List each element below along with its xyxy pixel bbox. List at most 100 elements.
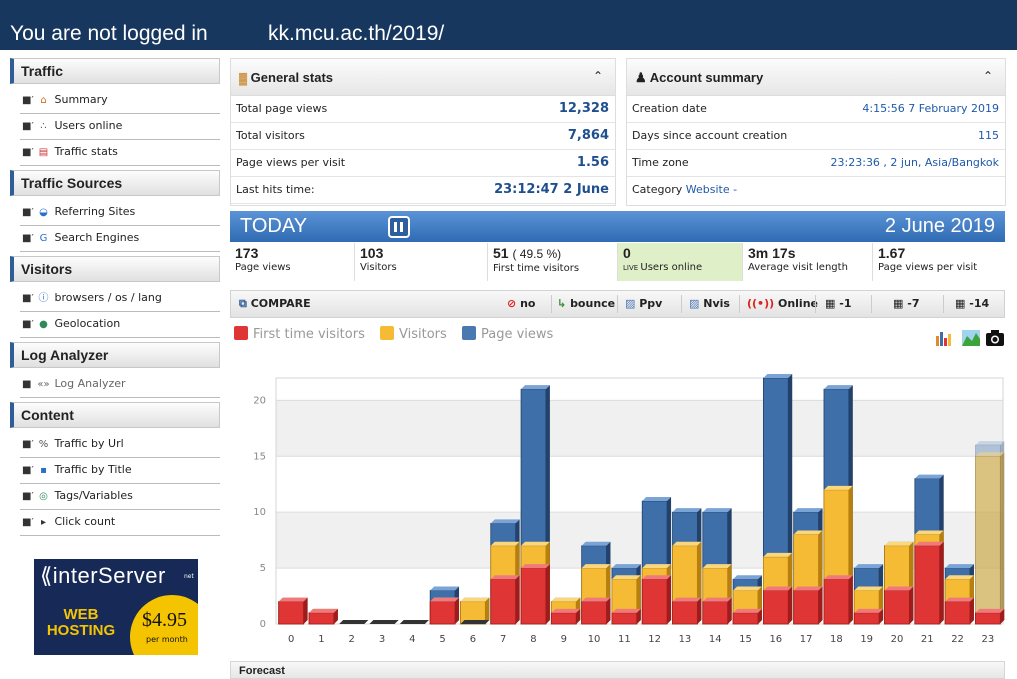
bar-zero	[399, 620, 429, 624]
general-stats-rows: Total page views 12,328 Total visitors 7,86…	[231, 96, 615, 204]
kpi-page-views-per-visit[interactable]: 1.67 Page views per visit	[873, 243, 1005, 281]
ad-banner[interactable]: ⟪interServer net WEB HOSTING $4.95 per mo…	[34, 559, 198, 655]
kpi-first-time-visitors[interactable]: 51 ( 49.5 %) First time visitors	[488, 243, 618, 281]
chevron-up-icon[interactable]: ⌃	[593, 69, 603, 83]
bar-first-time-visitors	[884, 590, 910, 625]
lock-open-icon: ■′	[22, 293, 34, 304]
lock-open-icon: ■′	[22, 233, 34, 244]
category-link[interactable]: Website -	[686, 183, 737, 196]
compare-no[interactable]: ⊘ no	[507, 297, 535, 310]
sidebar-item-geolocation[interactable]: ■′ ● Geolocation	[20, 312, 220, 338]
sidebar-item-label: browsers / os / lang	[54, 291, 162, 304]
compare-nvis[interactable]: ▨ Nvis	[689, 297, 730, 310]
sidebar-section-content: Content	[10, 402, 220, 428]
today-date: 2 June 2019	[884, 215, 995, 237]
sidebar-item-label: Referring Sites	[54, 205, 136, 218]
chart-tools	[936, 328, 1006, 348]
no-icon: ⊘	[507, 297, 517, 310]
bar-side	[515, 575, 520, 624]
online-icon: ((•))	[747, 297, 775, 310]
bar-side	[1000, 452, 1005, 624]
stat-value: 1.56	[576, 155, 609, 170]
bar-first-time-visitors	[672, 601, 698, 625]
compare-minus-1[interactable]: ▦ -1	[825, 297, 851, 310]
bar-chart-icon[interactable]	[936, 332, 951, 346]
x-tick-label: 13	[679, 634, 692, 645]
tag-icon: ◎	[39, 491, 48, 502]
lock-open-icon: ■′	[22, 147, 34, 158]
today-kpis: 173 Page views 103 Visitors 51 ( 49.5 %)…	[230, 243, 1005, 281]
bar-first-time-visitors	[944, 601, 971, 625]
sidebar-item-browsers-os-lang[interactable]: ■′ ⓘ browsers / os / lang	[20, 286, 220, 312]
sidebar-item-tags-variables[interactable]: ■′ ◎ Tags/Variables	[20, 484, 220, 510]
legend-visitors[interactable]: Visitors	[380, 326, 447, 342]
sidebar-item-label: Click count	[54, 515, 116, 528]
bar-top	[430, 597, 460, 602]
sidebar-item-label: Traffic stats	[54, 145, 118, 158]
kpi-users-online[interactable]: 0 LIVE Users online	[618, 243, 743, 281]
stat-label: Page views per visit	[236, 156, 346, 169]
grid-band	[276, 400, 1003, 457]
stat-label: Days since account creation	[632, 129, 788, 142]
calendar-icon: ▦	[825, 297, 836, 310]
legend-swatch	[380, 326, 394, 340]
sidebar-section-log-analyzer: Log Analyzer	[10, 342, 220, 368]
x-tick-label: 22	[951, 634, 964, 645]
chevron-up-icon[interactable]: ⌃	[983, 69, 993, 83]
bar-top	[823, 385, 853, 390]
compare-bounce[interactable]: ↳ bounce	[557, 297, 615, 310]
compare-minus-7[interactable]: ▦ -7	[893, 297, 919, 310]
bar-zero	[460, 620, 490, 624]
compare-button[interactable]: ⧉ COMPARE	[239, 297, 311, 311]
compare-ppv[interactable]: ▨ Ppv	[625, 297, 662, 310]
kpi-visitors[interactable]: 103 Visitors	[355, 243, 488, 281]
cursor-icon: ▸	[40, 517, 47, 528]
bar-top	[945, 575, 974, 580]
compare-minus-14[interactable]: ▦ -14	[955, 297, 989, 310]
legend-page-views[interactable]: Page views	[462, 326, 553, 342]
bar-top	[884, 586, 914, 591]
bar-first-time-visitors	[762, 590, 789, 625]
x-tick-label: 18	[830, 634, 843, 645]
bar-first-time-visitors	[308, 612, 335, 625]
bar-top	[763, 586, 793, 591]
sidebar-item-search-engines[interactable]: ■′ G Search Engines	[20, 226, 220, 252]
account-summary-header[interactable]: ♟ Account summary ⌃	[627, 59, 1005, 96]
chart-icon: ▨	[625, 297, 636, 310]
bar-side	[969, 597, 974, 624]
title-icon: ▪	[40, 465, 47, 476]
forecast-panel-header[interactable]: Forecast	[230, 661, 1005, 679]
x-tick-label: 21	[921, 634, 934, 645]
sidebar-item-users-online[interactable]: ■′ ∴ Users online	[20, 114, 220, 140]
bar-top	[672, 508, 702, 513]
home-icon: ⌂	[40, 95, 47, 106]
sidebar-item-traffic-by-title[interactable]: ■′ ▪ Traffic by Title	[20, 458, 220, 484]
legend-first-time-visitors[interactable]: First time visitors	[234, 326, 365, 342]
kpi-page-views[interactable]: 173 Page views	[230, 243, 355, 281]
pause-button[interactable]	[388, 216, 410, 238]
sidebar-item-traffic-stats[interactable]: ■′ ▤ Traffic stats	[20, 140, 220, 166]
sidebar-item-label: Traffic by Url	[54, 437, 124, 450]
sidebar-item-click-count[interactable]: ■′ ▸ Click count	[20, 510, 220, 536]
kpi-average-visit-length[interactable]: 3m 17s Average visit length	[743, 243, 873, 281]
stat-label: Creation date	[632, 102, 707, 115]
x-tick-label: 8	[530, 634, 536, 645]
sidebar-item-log-analyzer[interactable]: ■ «» Log Analyzer	[20, 372, 220, 398]
sidebar-item-traffic-by-url[interactable]: ■′% Traffic by Url	[20, 432, 220, 458]
sidebar-item-summary[interactable]: ■′ ⌂ Summary	[20, 88, 220, 114]
sidebar-item-referring-sites[interactable]: ■′ ◒ Referring Sites	[20, 200, 220, 226]
general-stats-title: ▓ General stats	[239, 70, 334, 85]
y-tick-label: 5	[260, 563, 266, 574]
earth-icon: ●	[39, 319, 48, 330]
site-url[interactable]: kk.mcu.ac.th/2019/	[268, 22, 444, 46]
bar-top	[914, 474, 944, 479]
general-stats-header[interactable]: ▓ General stats ⌃	[231, 59, 615, 96]
area-chart-icon[interactable]	[962, 330, 980, 346]
compare-online[interactable]: ((•)) Online	[747, 297, 818, 310]
stat-value: 7,864	[567, 128, 609, 143]
x-tick-label: 3	[379, 634, 385, 645]
camera-icon[interactable]	[986, 330, 1004, 346]
bar-first-time-visitors	[278, 601, 304, 625]
x-tick-label: 16	[769, 634, 782, 645]
bar-top	[945, 597, 974, 602]
